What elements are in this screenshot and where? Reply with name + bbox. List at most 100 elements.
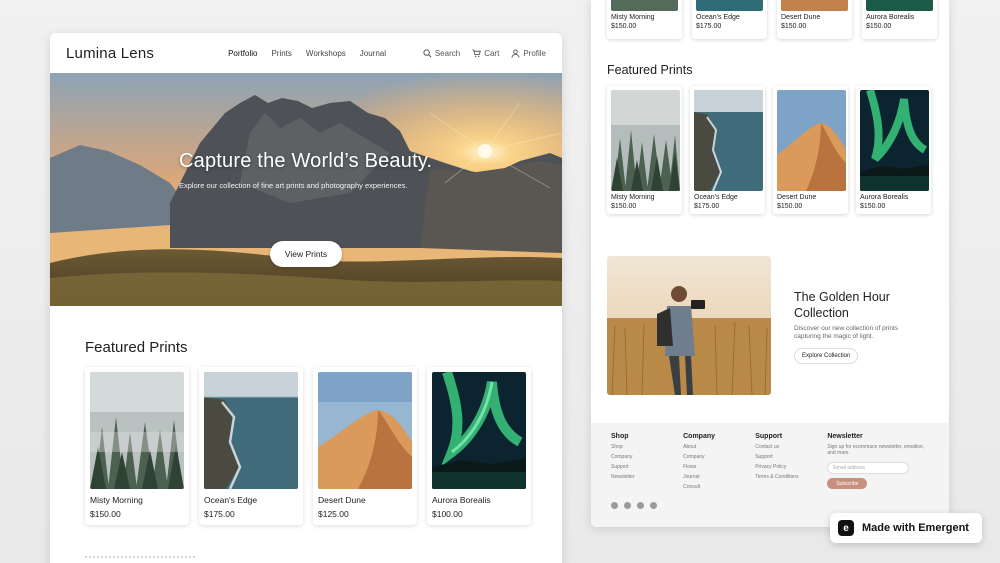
- footer-link[interactable]: Newsletter: [611, 474, 683, 480]
- print-card-desert-dune[interactable]: Desert Dune $125.00: [313, 367, 417, 525]
- print-price: $175.00: [696, 23, 722, 30]
- print-card-aurora-borealis[interactable]: Aurora Borealis $150.00: [856, 86, 931, 214]
- explore-collection-button[interactable]: Explore Collection: [794, 348, 859, 364]
- email-icon[interactable]: [650, 502, 657, 509]
- pinterest-icon[interactable]: [624, 502, 631, 509]
- made-with-emergent-badge[interactable]: e Made with Emergent: [830, 513, 982, 543]
- footer-heading: Newsletter: [827, 433, 863, 440]
- instagram-icon[interactable]: [637, 502, 644, 509]
- email-input[interactable]: Email address: [827, 462, 910, 474]
- featured-prints-grid: Misty Morning $150.00 Ocean's Edge $175.…: [85, 367, 562, 525]
- print-price: $150.00: [611, 203, 637, 210]
- footer-heading: Company: [683, 433, 716, 440]
- footer-link[interactable]: Terms & Conditions: [755, 474, 827, 480]
- print-price: $150.00: [781, 23, 807, 30]
- hero-text: Capture the World’s Beauty. Explore our …: [179, 150, 432, 190]
- emergent-logo-icon: e: [838, 520, 854, 536]
- aurora-image: [432, 372, 526, 489]
- view-prints-button[interactable]: View Prints: [270, 241, 342, 267]
- facebook-icon[interactable]: [611, 502, 618, 509]
- footer-link[interactable]: Support: [755, 454, 827, 460]
- footer-link[interactable]: Flows: [683, 464, 755, 470]
- footer-link[interactable]: Privacy Policy: [755, 464, 827, 470]
- cart-label: Cart: [484, 48, 500, 58]
- print-card-aurora-borealis-top[interactable]: Aurora Borealis $150.00: [862, 0, 937, 39]
- print-title: Desert Dune: [781, 14, 821, 21]
- hero-subtitle: Explore our collection of fine art print…: [179, 181, 408, 190]
- featured-heading: Featured Prints: [607, 63, 693, 77]
- nav-portfolio[interactable]: Portfolio: [228, 49, 257, 58]
- print-title: Desert Dune: [318, 495, 366, 505]
- nav-workshops[interactable]: Workshops: [306, 49, 346, 58]
- print-title: Aurora Borealis: [860, 194, 909, 201]
- print-card-oceans-edge[interactable]: Ocean's Edge $175.00: [199, 367, 303, 525]
- print-title: Misty Morning: [611, 14, 655, 21]
- print-title: Aurora Borealis: [432, 495, 491, 505]
- main-page-preview: Lumina Lens Portfolio Prints Workshops J…: [50, 33, 562, 563]
- desert-dune-image: [781, 0, 848, 11]
- top-nav: Lumina Lens Portfolio Prints Workshops J…: [50, 33, 562, 73]
- print-title: Misty Morning: [611, 194, 655, 201]
- featured-prints-section-right: Featured Prints Misty Morning $150.00 Oc…: [607, 63, 931, 214]
- ocean-coast-image: [694, 90, 763, 191]
- footer-link[interactable]: Support: [611, 464, 683, 470]
- print-price: $150.00: [90, 509, 121, 519]
- search-button[interactable]: Search: [423, 49, 460, 58]
- print-card-misty-morning[interactable]: Misty Morning $150.00: [607, 86, 682, 214]
- print-title: Ocean's Edge: [694, 194, 738, 201]
- footer-heading: Support: [755, 433, 783, 440]
- newsletter-text: Sign up for ecommace newsletter, emailio…: [827, 444, 925, 456]
- print-card-desert-dune[interactable]: Desert Dune $150.00: [773, 86, 848, 214]
- desert-dune-image: [777, 90, 846, 191]
- desert-dune-image: [318, 372, 412, 489]
- secondary-page-preview: Misty Morning $150.00 Ocean's Edge $175.…: [591, 0, 949, 527]
- print-card-desert-dune-top[interactable]: Desert Dune $150.00: [777, 0, 852, 39]
- nav-prints[interactable]: Prints: [271, 49, 291, 58]
- footer-columns: Shop Shop Company Support Newsletter Com…: [611, 433, 929, 494]
- print-price: $175.00: [694, 203, 720, 210]
- print-card-aurora-borealis[interactable]: Aurora Borealis $100.00: [427, 367, 531, 525]
- brand-logo[interactable]: Lumina Lens: [66, 45, 154, 62]
- ocean-coast-image: [696, 0, 763, 11]
- top-prints-row: Misty Morning $150.00 Ocean's Edge $175.…: [591, 0, 937, 39]
- footer-link[interactable]: Contact us: [755, 444, 827, 450]
- footer-col-company: Company About Company Flows Journal Cons…: [683, 433, 755, 494]
- featured-heading: Featured Prints: [85, 339, 188, 356]
- footer-col-shop: Shop Shop Company Support Newsletter: [611, 433, 683, 494]
- print-title: Ocean's Edge: [204, 495, 258, 505]
- user-icon: [511, 48, 520, 58]
- golden-hour-desc: Discover our new collection of prints ca…: [794, 325, 899, 340]
- print-card-misty-morning-top[interactable]: Misty Morning $150.00: [607, 0, 682, 39]
- print-price: $100.00: [432, 509, 463, 519]
- social-links: [611, 502, 929, 509]
- nav-actions: Search Cart Profile: [423, 49, 546, 58]
- hero-title: Capture the World’s Beauty.: [179, 150, 433, 172]
- featured-prints-grid-right: Misty Morning $150.00 Ocean's Edge $175.…: [607, 86, 931, 214]
- featured-prints-section: Featured Prints Misty Morning $150.00 Oc…: [50, 306, 562, 525]
- footer-link[interactable]: Consult: [683, 484, 755, 490]
- footer-heading: Shop: [611, 433, 629, 440]
- print-title: Aurora Borealis: [866, 14, 915, 21]
- aurora-image: [866, 0, 933, 11]
- nav-journal[interactable]: Journal: [360, 49, 386, 58]
- print-card-oceans-edge-top[interactable]: Ocean's Edge $175.00: [692, 0, 767, 39]
- print-title: Desert Dune: [777, 194, 817, 201]
- footer-link[interactable]: Journal: [683, 474, 755, 480]
- next-section-hint: [85, 556, 195, 560]
- footer-link[interactable]: Company: [683, 454, 755, 460]
- photographer-field-image: [607, 256, 771, 395]
- profile-button[interactable]: Profile: [511, 49, 546, 58]
- cart-button[interactable]: Cart: [472, 49, 499, 58]
- print-card-misty-morning[interactable]: Misty Morning $150.00: [85, 367, 189, 525]
- print-price: $125.00: [318, 509, 349, 519]
- subscribe-button[interactable]: Subscribe: [827, 478, 868, 489]
- footer-link[interactable]: Company: [611, 454, 683, 460]
- misty-forest-image: [90, 372, 184, 489]
- footer-link[interactable]: About: [683, 444, 755, 450]
- print-title: Misty Morning: [90, 495, 143, 505]
- ocean-coast-image: [204, 372, 298, 489]
- print-card-oceans-edge[interactable]: Ocean's Edge $175.00: [690, 86, 765, 214]
- print-title: Ocean's Edge: [696, 14, 740, 21]
- footer-link[interactable]: Shop: [611, 444, 683, 450]
- nav-links: Portfolio Prints Workshops Journal: [228, 49, 386, 58]
